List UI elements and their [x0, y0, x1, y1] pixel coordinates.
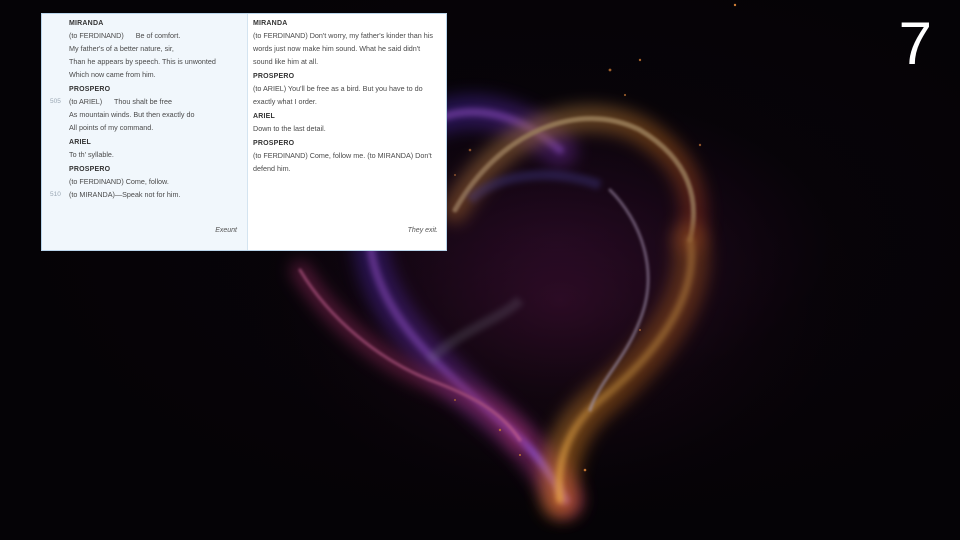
line-text: Which now came from him.: [69, 70, 156, 79]
speech-block: MIRANDA (to FERDINAND) Be of comfort. My f…: [69, 20, 239, 79]
stage-direction-exit: Exeunt: [215, 227, 237, 234]
line-text: (to MIRANDA)—Speak not for him.: [69, 190, 181, 199]
speech-block: ARIEL To th' syllable.: [69, 139, 239, 159]
script-line: sound like him at all.: [253, 57, 319, 66]
script-line: (to ARIEL) You'll be free as a bird. But…: [253, 84, 423, 93]
speech-block: MIRANDA (to FERDINAND) Don't worry, my fa…: [253, 20, 438, 66]
line-text: (to FERDINAND) Be of comfort.: [69, 31, 181, 40]
speech-block: PROSPERO (to ARIEL) You'll be free as a b…: [253, 73, 438, 106]
script-line: As mountain winds. But then exactly do: [69, 111, 239, 119]
line-text: To th' syllable.: [69, 150, 114, 159]
script-line: My father's of a better nature, sir,: [69, 45, 239, 53]
line-text: All points of my command.: [69, 123, 154, 132]
speaker-name: PROSPERO: [69, 86, 111, 93]
speaker-name: PROSPERO: [253, 140, 295, 147]
script-line: (to FERDINAND) Come, follow.: [69, 178, 239, 186]
speech-block: PROSPERO (to FERDINAND) Come, follow me. …: [253, 140, 438, 173]
stage-direction-exit: They exit.: [407, 227, 438, 234]
slide-number: 7: [898, 10, 932, 77]
line-text: (to FERDINAND) Come, follow.: [69, 177, 169, 186]
speech-block: ARIEL Down to the last detail.: [253, 113, 438, 133]
script-line: (to FERDINAND) Don't worry, my father's …: [253, 31, 433, 40]
modern-text-column: MIRANDA (to FERDINAND) Don't worry, my fa…: [248, 14, 446, 250]
speaker-name: MIRANDA: [69, 20, 104, 27]
script-line: 505 (to ARIEL) Thou shalt be free: [50, 97, 239, 106]
line-number: 510: [50, 191, 61, 198]
line-text: My father's of a better nature, sir,: [69, 44, 174, 53]
speech-block: PROSPERO (to FERDINAND) Come, follow. 510 (…: [50, 166, 239, 199]
script-line: defend him.: [253, 164, 291, 173]
script-line: (to FERDINAND) Come, follow me. (to MIRA…: [253, 151, 432, 160]
script-line: Than he appears by speech. This is unwon…: [69, 58, 239, 66]
original-text-column: MIRANDA (to FERDINAND) Be of comfort. My f…: [42, 14, 248, 250]
speaker-name: ARIEL: [69, 139, 91, 146]
speaker-name: MIRANDA: [253, 20, 288, 27]
script-line: (to FERDINAND) Be of comfort.: [69, 32, 239, 40]
speaker-name: PROSPERO: [253, 73, 295, 80]
script-line: All points of my command.: [69, 124, 239, 132]
speaker-name: PROSPERO: [69, 166, 111, 173]
speech-block: PROSPERO 505 (to ARIEL) Thou shalt be free…: [50, 86, 239, 132]
line-text: As mountain winds. But then exactly do: [69, 110, 195, 119]
script-line: To th' syllable.: [69, 151, 239, 159]
line-text: Than he appears by speech. This is unwon…: [69, 57, 216, 66]
text-excerpt-panel: MIRANDA (to FERDINAND) Be of comfort. My f…: [41, 13, 447, 251]
line-number: 505: [50, 98, 61, 105]
script-line: 510 (to MIRANDA)—Speak not for him.: [50, 190, 239, 199]
line-text: (to ARIEL) Thou shalt be free: [69, 97, 172, 106]
speaker-name: ARIEL: [253, 113, 275, 120]
script-line: Which now came from him.: [69, 71, 239, 79]
script-line: words just now make him sound. What he s…: [253, 44, 421, 53]
script-line: Down to the last detail.: [253, 124, 326, 133]
script-line: exactly what I order.: [253, 97, 317, 106]
